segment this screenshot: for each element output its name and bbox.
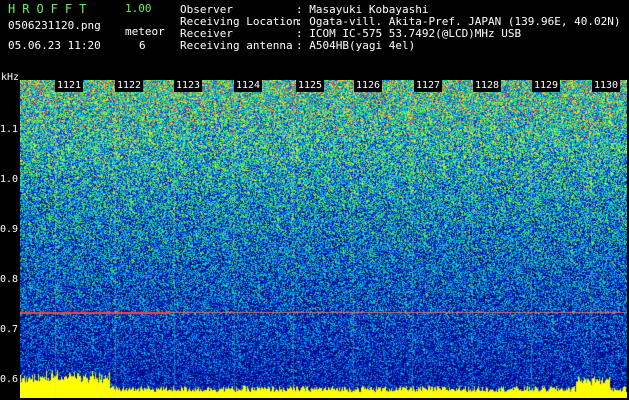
app-title: HROFFT: [8, 2, 94, 16]
waterfall-canvas: [20, 80, 627, 398]
y-tick-label: 1.0: [0, 174, 19, 185]
time-tick-label: 1129: [532, 80, 561, 92]
time-tick-label: 1123: [174, 80, 203, 92]
time-tick-label: 1128: [473, 80, 502, 92]
time-tick-label: 1121: [55, 80, 84, 92]
y-tick-label: 1.1: [0, 124, 19, 135]
time-tick-label: 1122: [115, 80, 144, 92]
app-version: 1.00: [125, 2, 152, 15]
meteor-label: meteor: [125, 25, 165, 38]
header-panel: HROFFT 1.00 0506231120.png 05.06.23 11:2…: [0, 0, 629, 74]
observation-datetime: 05.06.23 11:20: [8, 39, 101, 52]
antenna-label: Receiving antenna: [180, 39, 293, 52]
time-tick-label: 1125: [296, 80, 325, 92]
y-tick-label: 0.9: [0, 224, 19, 235]
y-tick-label: 0.8: [0, 274, 19, 285]
time-tick-label: 1126: [354, 80, 383, 92]
time-tick-label: 1124: [234, 80, 263, 92]
meteor-count: 6: [139, 39, 146, 52]
y-axis-unit: kHz: [1, 72, 20, 83]
image-filename: 0506231120.png: [8, 19, 101, 32]
time-tick-label: 1127: [414, 80, 443, 92]
time-tick-label: 1130: [592, 80, 621, 92]
antenna-value: : A504HB(yagi 4el): [296, 39, 416, 52]
y-tick-label: 0.7: [0, 324, 19, 335]
y-tick-label: 0.6: [0, 374, 19, 385]
spectrogram-waterfall: [20, 80, 627, 398]
